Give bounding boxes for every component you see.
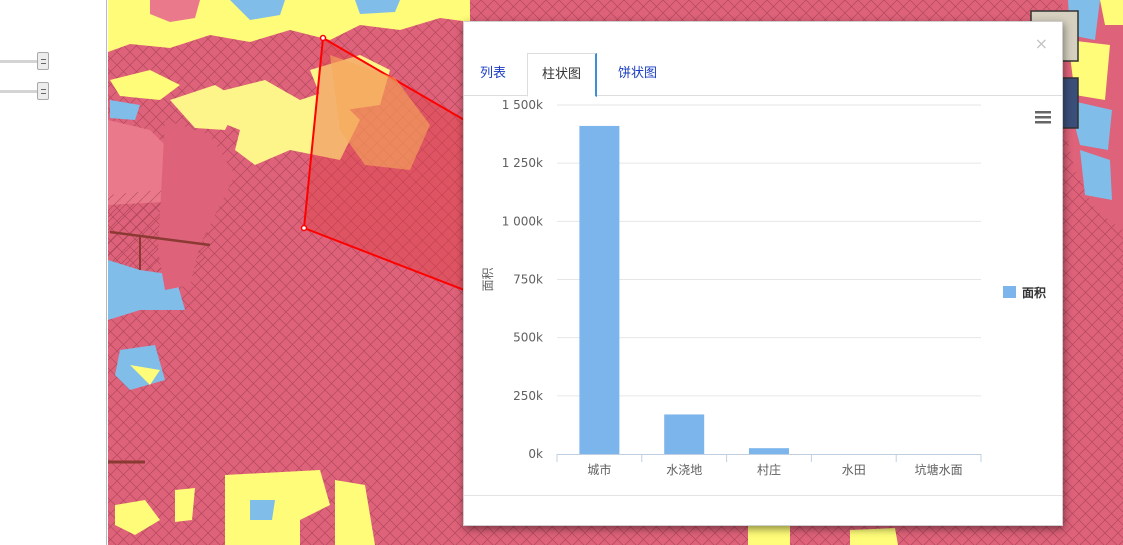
menu-line (1035, 121, 1051, 124)
y-tick-label: 0k (528, 447, 543, 461)
y-tick-label: 750k (513, 273, 543, 287)
tab-bar-chart[interactable]: 柱状图 (527, 53, 598, 97)
x-tick-label: 城市 (587, 462, 611, 477)
slider-handle-bottom[interactable] (37, 82, 49, 100)
menu-line (1035, 111, 1051, 114)
chart-area: 0k 250k 500k 750k 1 000k 1 250k 1 500k 城市 水浇地 村庄 水… (464, 96, 1062, 496)
slider-track-top (0, 60, 42, 63)
map-region-water (355, 0, 400, 14)
y-tick-label: 1 000k (502, 214, 543, 228)
map-region-water (250, 500, 275, 520)
legend-swatch[interactable] (1003, 286, 1016, 298)
bar-2[interactable] (664, 414, 705, 454)
x-tick-label: 坑塘水面 (915, 462, 963, 477)
map-region-yellow (175, 488, 195, 522)
legend-label[interactable]: 面积 (1022, 285, 1046, 300)
close-icon[interactable]: × (1035, 36, 1048, 52)
x-tick-label: 水田 (842, 463, 866, 477)
slider-track-bottom (0, 90, 42, 93)
y-axis-title: 面积 (481, 267, 495, 291)
bar-1[interactable] (579, 125, 620, 454)
map-region-yellow (850, 528, 898, 545)
statistics-dialog: × 列表 柱状图 饼状图 0k 250k 500k 750k 1 000k 1 250k 1… (463, 21, 1063, 526)
y-tick-label: 1 500k (502, 98, 543, 112)
bar-3[interactable] (749, 448, 789, 454)
dialog-footer-divider (464, 495, 1062, 496)
left-panel (0, 0, 107, 545)
hamburger-menu-icon[interactable] (1035, 111, 1051, 124)
x-tick-label: 村庄 (757, 462, 781, 477)
menu-line (1035, 116, 1051, 119)
bar-chart: 0k 250k 500k 750k 1 000k 1 250k 1 500k 城市 水浇地 村庄 水… (481, 98, 1051, 477)
selection-vertex[interactable] (300, 224, 308, 232)
x-tick-label: 水浇地 (666, 463, 702, 477)
y-tick-label: 1 250k (502, 156, 543, 170)
y-tick-label: 250k (513, 389, 543, 403)
slider-handle-top[interactable] (37, 52, 49, 70)
y-tick-label: 500k (513, 331, 543, 345)
tab-list[interactable]: 列表 (466, 53, 520, 96)
tab-pie-chart[interactable]: 饼状图 (604, 53, 671, 96)
selection-vertex[interactable] (319, 34, 327, 42)
tab-bar: 列表 柱状图 饼状图 (464, 53, 1062, 97)
